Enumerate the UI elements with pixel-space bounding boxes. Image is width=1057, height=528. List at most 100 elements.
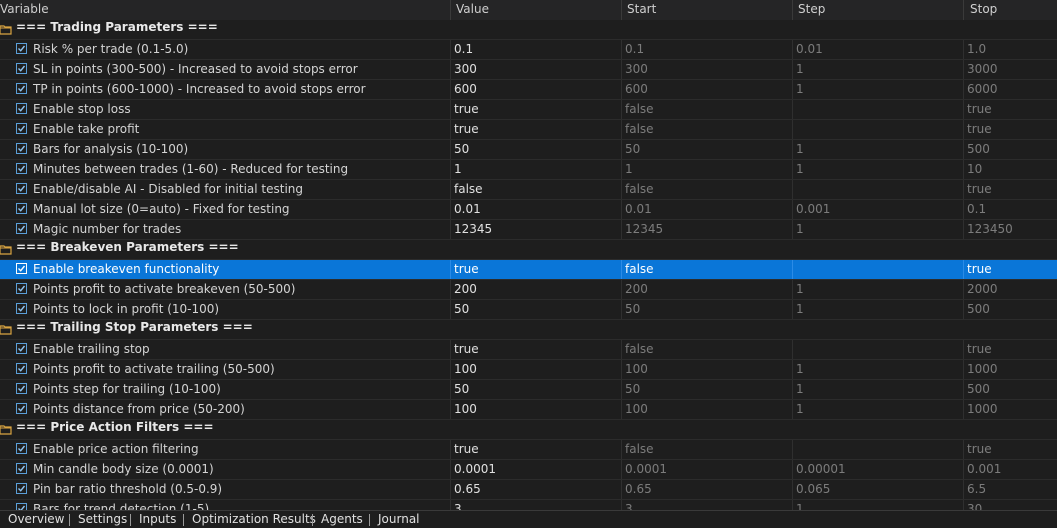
stop-cell[interactable]: 6000 bbox=[964, 80, 1057, 99]
start-cell[interactable]: 50 bbox=[622, 380, 793, 399]
group-row[interactable]: === Trailing Stop Parameters === bbox=[0, 320, 1057, 340]
table-row[interactable]: Points distance from price (50-200) 100 10… bbox=[0, 400, 1057, 420]
column-start[interactable]: Start bbox=[622, 0, 793, 20]
stop-cell[interactable]: true bbox=[964, 180, 1057, 199]
step-cell[interactable]: 1 bbox=[793, 160, 964, 179]
start-cell[interactable]: false bbox=[622, 120, 793, 139]
step-cell[interactable]: 0.001 bbox=[793, 200, 964, 219]
stop-cell[interactable]: 500 bbox=[964, 300, 1057, 319]
stop-cell[interactable]: true bbox=[964, 260, 1057, 279]
step-cell[interactable] bbox=[793, 120, 964, 139]
table-row[interactable]: Enable breakeven functionality true false t… bbox=[0, 260, 1057, 280]
stop-cell[interactable]: true bbox=[964, 340, 1057, 359]
start-cell[interactable]: 0.1 bbox=[622, 40, 793, 59]
tab-journal[interactable]: Journal bbox=[378, 511, 420, 528]
group-row[interactable]: === Price Action Filters === bbox=[0, 420, 1057, 440]
start-cell[interactable]: false bbox=[622, 100, 793, 119]
optimize-checkbox[interactable] bbox=[16, 83, 27, 94]
step-cell[interactable] bbox=[793, 340, 964, 359]
value-cell[interactable]: 50 bbox=[451, 140, 622, 159]
optimize-checkbox[interactable] bbox=[16, 343, 27, 354]
table-row[interactable]: Pin bar ratio threshold (0.5-0.9) 0.65 0.6… bbox=[0, 480, 1057, 500]
value-cell[interactable]: 50 bbox=[451, 380, 622, 399]
value-cell[interactable]: 3 bbox=[451, 500, 622, 510]
column-value[interactable]: Value bbox=[451, 0, 622, 20]
stop-cell[interactable]: 500 bbox=[964, 380, 1057, 399]
column-stop[interactable]: Stop bbox=[964, 0, 1057, 20]
table-row[interactable]: Min candle body size (0.0001) 0.0001 0.000… bbox=[0, 460, 1057, 480]
step-cell[interactable]: 1 bbox=[793, 500, 964, 510]
stop-cell[interactable]: 123450 bbox=[964, 220, 1057, 239]
table-row[interactable]: Enable/disable AI - Disabled for initial… bbox=[0, 180, 1057, 200]
value-cell[interactable]: true bbox=[451, 440, 622, 459]
stop-cell[interactable]: 30 bbox=[964, 500, 1057, 510]
group-row[interactable]: === Trading Parameters === bbox=[0, 20, 1057, 40]
step-cell[interactable] bbox=[793, 440, 964, 459]
start-cell[interactable]: 3 bbox=[622, 500, 793, 510]
start-cell[interactable]: false bbox=[622, 440, 793, 459]
stop-cell[interactable]: 1.0 bbox=[964, 40, 1057, 59]
optimize-checkbox[interactable] bbox=[16, 123, 27, 134]
optimize-checkbox[interactable] bbox=[16, 363, 27, 374]
optimize-checkbox[interactable] bbox=[16, 183, 27, 194]
start-cell[interactable]: false bbox=[622, 260, 793, 279]
step-cell[interactable]: 1 bbox=[793, 220, 964, 239]
stop-cell[interactable]: 500 bbox=[964, 140, 1057, 159]
value-cell[interactable]: 600 bbox=[451, 80, 622, 99]
value-cell[interactable]: 50 bbox=[451, 300, 622, 319]
start-cell[interactable]: 600 bbox=[622, 80, 793, 99]
stop-cell[interactable]: 2000 bbox=[964, 280, 1057, 299]
group-row[interactable]: === Breakeven Parameters === bbox=[0, 240, 1057, 260]
table-row[interactable]: Bars for trend detection (1-5) 3 3 1 30 bbox=[0, 500, 1057, 510]
value-cell[interactable]: true bbox=[451, 260, 622, 279]
step-cell[interactable] bbox=[793, 180, 964, 199]
optimize-checkbox[interactable] bbox=[16, 283, 27, 294]
optimize-checkbox[interactable] bbox=[16, 503, 27, 510]
step-cell[interactable]: 1 bbox=[793, 300, 964, 319]
optimize-checkbox[interactable] bbox=[16, 483, 27, 494]
start-cell[interactable]: 200 bbox=[622, 280, 793, 299]
step-cell[interactable]: 1 bbox=[793, 360, 964, 379]
optimize-checkbox[interactable] bbox=[16, 143, 27, 154]
table-row[interactable]: Enable price action filtering true false tr… bbox=[0, 440, 1057, 460]
table-row[interactable]: Enable take profit true false true bbox=[0, 120, 1057, 140]
stop-cell[interactable]: 3000 bbox=[964, 60, 1057, 79]
stop-cell[interactable]: true bbox=[964, 120, 1057, 139]
value-cell[interactable]: true bbox=[451, 120, 622, 139]
optimize-checkbox[interactable] bbox=[16, 403, 27, 414]
start-cell[interactable]: 0.65 bbox=[622, 480, 793, 499]
optimize-checkbox[interactable] bbox=[16, 163, 27, 174]
step-cell[interactable]: 1 bbox=[793, 80, 964, 99]
step-cell[interactable] bbox=[793, 260, 964, 279]
table-row[interactable]: Enable stop loss true false true bbox=[0, 100, 1057, 120]
table-row[interactable]: Points step for trailing (10-100) 50 50 1 50… bbox=[0, 380, 1057, 400]
table-row[interactable]: Minutes between trades (1-60) - Reduced … bbox=[0, 160, 1057, 180]
value-cell[interactable]: 12345 bbox=[451, 220, 622, 239]
table-row[interactable]: Risk % per trade (0.1-5.0) 0.1 0.1 0.01 1.0 bbox=[0, 40, 1057, 60]
stop-cell[interactable]: 10 bbox=[964, 160, 1057, 179]
value-cell[interactable]: 0.01 bbox=[451, 200, 622, 219]
stop-cell[interactable]: 1000 bbox=[964, 360, 1057, 379]
table-row[interactable]: Points profit to activate trailing (50-5… bbox=[0, 360, 1057, 380]
stop-cell[interactable]: 0.001 bbox=[964, 460, 1057, 479]
optimize-checkbox[interactable] bbox=[16, 63, 27, 74]
table-row[interactable]: Points profit to activate breakeven (50-… bbox=[0, 280, 1057, 300]
step-cell[interactable]: 0.065 bbox=[793, 480, 964, 499]
value-cell[interactable]: true bbox=[451, 100, 622, 119]
start-cell[interactable]: false bbox=[622, 180, 793, 199]
step-cell[interactable]: 1 bbox=[793, 140, 964, 159]
optimize-checkbox[interactable] bbox=[16, 383, 27, 394]
value-cell[interactable]: 100 bbox=[451, 360, 622, 379]
step-cell[interactable]: 1 bbox=[793, 380, 964, 399]
column-variable[interactable]: Variable bbox=[0, 0, 451, 20]
table-row[interactable]: Magic number for trades 12345 12345 1 123450 bbox=[0, 220, 1057, 240]
optimize-checkbox[interactable] bbox=[16, 443, 27, 454]
step-cell[interactable]: 0.01 bbox=[793, 40, 964, 59]
table-row[interactable]: TP in points (600-1000) - Increased to a… bbox=[0, 80, 1057, 100]
tab-optimization-results[interactable]: Optimization Results bbox=[192, 511, 316, 528]
start-cell[interactable]: 0.01 bbox=[622, 200, 793, 219]
start-cell[interactable]: 1 bbox=[622, 160, 793, 179]
table-row[interactable]: Bars for analysis (10-100) 50 50 1 500 bbox=[0, 140, 1057, 160]
start-cell[interactable]: 50 bbox=[622, 300, 793, 319]
step-cell[interactable]: 1 bbox=[793, 400, 964, 419]
